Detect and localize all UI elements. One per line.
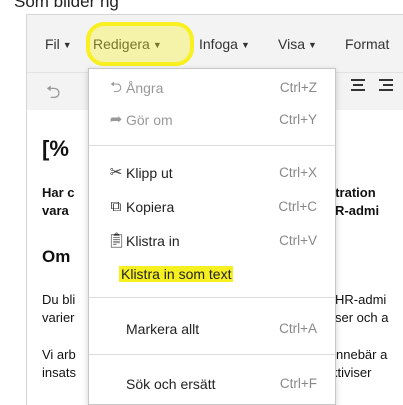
doc-section-heading: Om	[42, 247, 71, 266]
menu-item-shortcut: Ctrl+F	[279, 376, 317, 391]
menu-item-label: Klistra in som text	[119, 266, 234, 282]
doc-line: ser och a	[335, 310, 389, 325]
menu-item-undo[interactable]: ⮌ Ångra Ctrl+Z	[89, 75, 335, 103]
doc-line: varier	[42, 310, 75, 325]
menu-item-shortcut: Ctrl+C	[278, 199, 317, 214]
menu-item-label: Gör om	[126, 112, 173, 128]
menu-item-label: Ångra	[126, 80, 164, 96]
menu-format-label: Format	[345, 36, 390, 52]
menu-file[interactable]: Fil ▼	[45, 36, 72, 52]
menu-item-select-all[interactable]: Markera allt Ctrl+A	[89, 316, 335, 344]
menu-item-shortcut: Ctrl+V	[279, 233, 317, 248]
menu-item-label: Kopiera	[126, 199, 175, 215]
menu-insert[interactable]: Infoga ▼	[199, 36, 250, 52]
menu-item-copy[interactable]: ⧉ Kopiera Ctrl+C	[89, 194, 335, 222]
doc-line: Du bli	[42, 292, 76, 307]
doc-heading: [%	[42, 136, 69, 161]
menubar: Fil ▼ Redigera ▼ Infoga ▼ Visa ▼ Format	[27, 29, 403, 61]
doc-line: insats	[42, 365, 76, 380]
yellow-highlight-circle	[86, 22, 194, 66]
highlighted-text: Klistra in som text	[119, 266, 234, 282]
doc-line: nnebär a	[336, 347, 388, 362]
menu-item-redo[interactable]: ➦ Gör om Ctrl+Y	[89, 107, 335, 135]
menu-view[interactable]: Visa ▼	[278, 36, 317, 52]
menu-item-label: Sök och ersätt	[126, 376, 216, 392]
copy-icon: ⧉	[110, 198, 122, 215]
menu-item-paste-as-text[interactable]: Klistra in som text	[89, 261, 335, 289]
scissors-icon: ✂	[109, 164, 123, 181]
menu-item-cut[interactable]: ✂ Klipp ut Ctrl+X	[89, 160, 335, 188]
menu-item-label: Markera allt	[126, 321, 200, 337]
chevron-down-icon: ▼	[62, 40, 72, 50]
menu-item-label: Klistra in	[126, 233, 180, 249]
doc-line: ktiviser	[331, 365, 372, 380]
clipboard-icon: 📋︎	[107, 232, 127, 249]
menu-item-shortcut: Ctrl+Z	[279, 80, 317, 95]
menu-divider	[89, 297, 335, 298]
menu-item-shortcut: Ctrl+Y	[279, 112, 317, 127]
menu-item-paste[interactable]: 📋︎ Klistra in Ctrl+V	[89, 228, 335, 256]
menu-format[interactable]: Format	[345, 36, 389, 52]
menu-insert-label: Infoga	[199, 36, 238, 52]
menu-divider	[89, 145, 335, 146]
undo-icon: ⮌	[109, 79, 122, 96]
menu-item-find-replace[interactable]: Sök och ersätt Ctrl+F	[89, 371, 335, 399]
edit-menu-dropdown: ⮌ Ångra Ctrl+Z ➦ Gör om Ctrl+Y ✂ Klipp u…	[88, 68, 336, 405]
menu-file-label: Fil	[45, 36, 60, 52]
menu-item-label: Klipp ut	[126, 165, 173, 181]
page-caption: Som bilder ng	[14, 0, 119, 11]
undo-icon[interactable]: ⮌	[46, 80, 60, 110]
align-center-icon[interactable]	[351, 79, 365, 93]
doc-line: Har c	[42, 185, 75, 200]
chevron-down-icon: ▼	[240, 40, 250, 50]
doc-line: HR-admi	[335, 292, 387, 307]
menu-view-label: Visa	[278, 36, 305, 52]
doc-line: Vi arb	[42, 347, 76, 362]
menu-item-shortcut: Ctrl+A	[279, 321, 317, 336]
menu-divider	[89, 354, 335, 355]
align-right-icon[interactable]	[379, 79, 393, 93]
redo-icon: ➦	[109, 111, 123, 128]
doc-line: vara	[42, 203, 69, 218]
chevron-down-icon: ▼	[307, 40, 317, 50]
doc-line: R-admi	[335, 203, 380, 218]
menu-item-shortcut: Ctrl+X	[279, 165, 317, 180]
